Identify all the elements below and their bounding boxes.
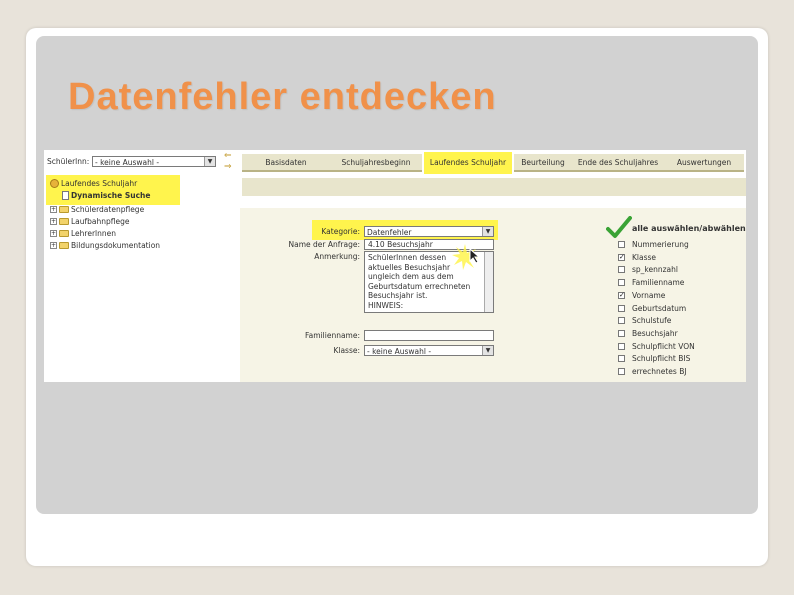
tab-label: Basisdaten — [265, 158, 307, 167]
field-checkbox[interactable] — [618, 304, 625, 312]
tree-item-laufendes-schuljahr[interactable]: Laufendes Schuljahr — [50, 179, 137, 188]
tree-item-label: Bildungsdokumentation — [71, 241, 161, 250]
tab-laufendes-schuljahr[interactable]: Laufendes Schuljahr — [424, 152, 512, 174]
folder-icon — [59, 242, 69, 249]
kategorie-label: Kategorie: — [321, 227, 360, 236]
expand-icon[interactable]: + — [50, 218, 57, 225]
document-icon — [62, 191, 69, 200]
field-checkbox[interactable]: ✓ — [618, 253, 625, 261]
tab-label: Schuljahresbeginn — [341, 158, 411, 167]
field-checkbox[interactable] — [618, 279, 625, 287]
kategorie-value: Datenfehler — [367, 228, 412, 237]
field-label: Besuchsjahr — [632, 328, 678, 338]
main-tabs: Basisdaten Schuljahresbeginn Laufendes S… — [242, 152, 746, 174]
tree-item-dynamische-suche[interactable]: Dynamische Suche — [62, 191, 150, 200]
field-label: errechnetes BJ — [632, 367, 687, 376]
app-screenshot: Schülerlnn: - keine Auswahl - ▼ ⇐ ⇒ Basi… — [44, 150, 746, 382]
chevron-down-icon[interactable]: ▼ — [204, 157, 215, 166]
expand-icon[interactable]: + — [50, 230, 57, 237]
klasse-label: Klasse: — [333, 346, 360, 355]
globe-icon — [50, 179, 59, 188]
anmerkung-line: Geburtsdatum errechneten — [368, 281, 471, 291]
field-checkbox[interactable] — [618, 342, 625, 350]
kategorie-select[interactable]: Datenfehler ▼ — [364, 226, 494, 237]
tree-item-laufbahnpflege[interactable]: + Laufbahnpflege — [50, 217, 130, 226]
klasse-select[interactable]: - keine Auswahl - ▼ — [364, 345, 494, 356]
anmerkung-line: HINWEIS: — [368, 300, 404, 310]
arrow-right-icon[interactable]: ⇒ — [224, 162, 232, 172]
expand-icon[interactable]: + — [50, 242, 57, 249]
field-checkbox[interactable] — [618, 368, 625, 375]
tab-label: Auswertungen — [676, 158, 732, 167]
sub-toolbar — [242, 178, 746, 196]
tab-label: Laufendes Schuljahr — [429, 158, 507, 167]
field-checkbox[interactable] — [618, 317, 625, 325]
field-label: Schulpflicht VON — [632, 341, 695, 351]
chevron-down-icon[interactable]: ▼ — [482, 227, 493, 236]
tree-item-label: Dynamische Suche — [71, 191, 151, 200]
field-label: sp_kennzahl — [632, 265, 678, 275]
expand-icon[interactable]: + — [50, 206, 57, 213]
tree-item-label: Laufbahnpflege — [71, 217, 130, 226]
textarea-scrollbar[interactable] — [484, 252, 493, 312]
familienname-label: Familienname: — [305, 331, 360, 340]
arrow-left-icon[interactable]: ⇐ — [224, 151, 232, 161]
field-checkbox[interactable] — [618, 355, 625, 363]
tree-item-lehrerinnen[interactable]: + Lehrerlnnen — [50, 229, 116, 238]
student-select-label: Schülerlnn: — [47, 157, 90, 166]
klasse-value: - keine Auswahl - — [367, 347, 432, 356]
folder-icon — [59, 230, 69, 237]
student-select-value: - keine Auswahl - — [95, 158, 160, 167]
checkmark-icon — [606, 216, 632, 240]
tab-basisdaten[interactable]: Basisdaten — [242, 154, 330, 172]
field-label: Klasse — [632, 252, 657, 262]
anmerkung-line: ungleich dem aus dem — [368, 272, 454, 281]
field-label: Schulstufe — [632, 316, 672, 326]
student-select[interactable]: - keine Auswahl - ▼ — [92, 156, 216, 167]
folder-icon — [59, 218, 69, 225]
familienname-input[interactable] — [364, 330, 494, 341]
field-checkbox[interactable] — [618, 241, 625, 248]
field-label: Schulpflicht BIS — [632, 354, 691, 364]
tree-item-label: Laufendes Schuljahr — [61, 179, 138, 188]
field-checkbox[interactable]: ✓ — [618, 291, 625, 299]
tree-item-schuelerdatenpflege[interactable]: + Schülerdatenpflege — [50, 205, 144, 214]
field-label: Geburtsdatum — [632, 303, 687, 313]
field-checkbox[interactable] — [618, 329, 625, 337]
chevron-down-icon[interactable]: ▼ — [482, 346, 493, 355]
anfrage-name-label: Name der Anfrage: — [288, 240, 360, 249]
mouse-pointer-icon — [469, 247, 481, 264]
tab-label: Ende des Schuljahres — [577, 158, 659, 167]
anmerkung-line: Besuchsjahr ist. — [368, 291, 428, 300]
folder-icon — [59, 206, 69, 213]
tree-item-bildungsdokumentation[interactable]: + Bildungsdokumentation — [50, 241, 160, 250]
tab-beurteilung[interactable]: Beurteilung — [514, 154, 572, 172]
field-label: Familienname — [632, 278, 685, 288]
field-label: Vorname — [632, 290, 666, 300]
tree-item-label: Schülerdatenpflege — [71, 205, 145, 214]
slide-title: Datenfehler entdecken — [68, 76, 497, 118]
anmerkung-label: Anmerkung: — [314, 252, 360, 261]
tab-auswertungen[interactable]: Auswertungen — [664, 154, 744, 172]
field-label: Nummerierung — [632, 240, 689, 249]
select-all-link[interactable]: alle auswählen/abwählen — [632, 224, 746, 233]
tree-item-label: Lehrerlnnen — [71, 229, 116, 238]
anfrage-name-value: 4.10 Besuchsjahr — [368, 240, 433, 249]
tab-schuljahresbeginn[interactable]: Schuljahresbeginn — [330, 154, 422, 172]
tab-label: Beurteilung — [521, 158, 565, 167]
field-checkbox[interactable] — [618, 266, 625, 274]
tab-ende-des-schuljahres[interactable]: Ende des Schuljahres — [572, 154, 664, 172]
